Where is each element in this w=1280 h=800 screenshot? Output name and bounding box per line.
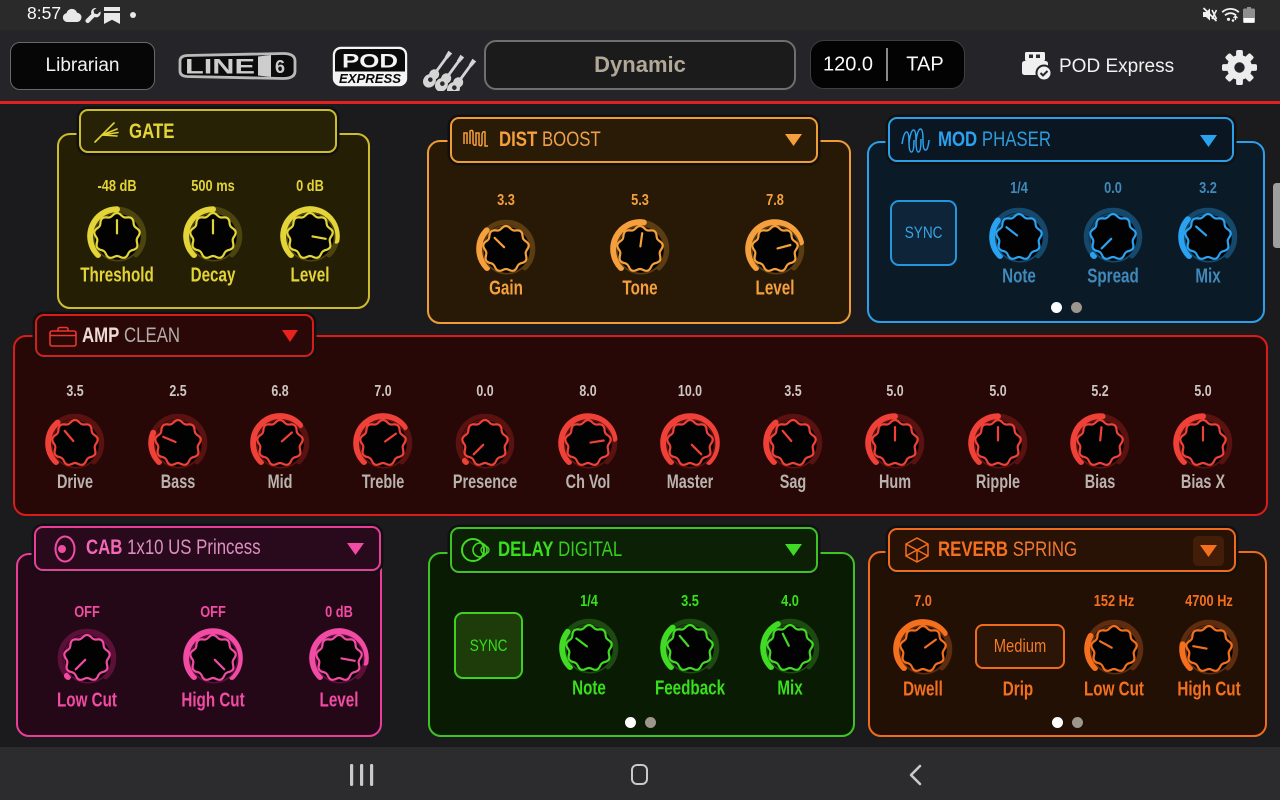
svg-text:POD: POD — [342, 52, 398, 73]
svg-text:LINE: LINE — [185, 56, 255, 79]
svg-text:6: 6 — [275, 57, 285, 77]
svg-text:EXPRESS: EXPRESS — [339, 71, 401, 86]
